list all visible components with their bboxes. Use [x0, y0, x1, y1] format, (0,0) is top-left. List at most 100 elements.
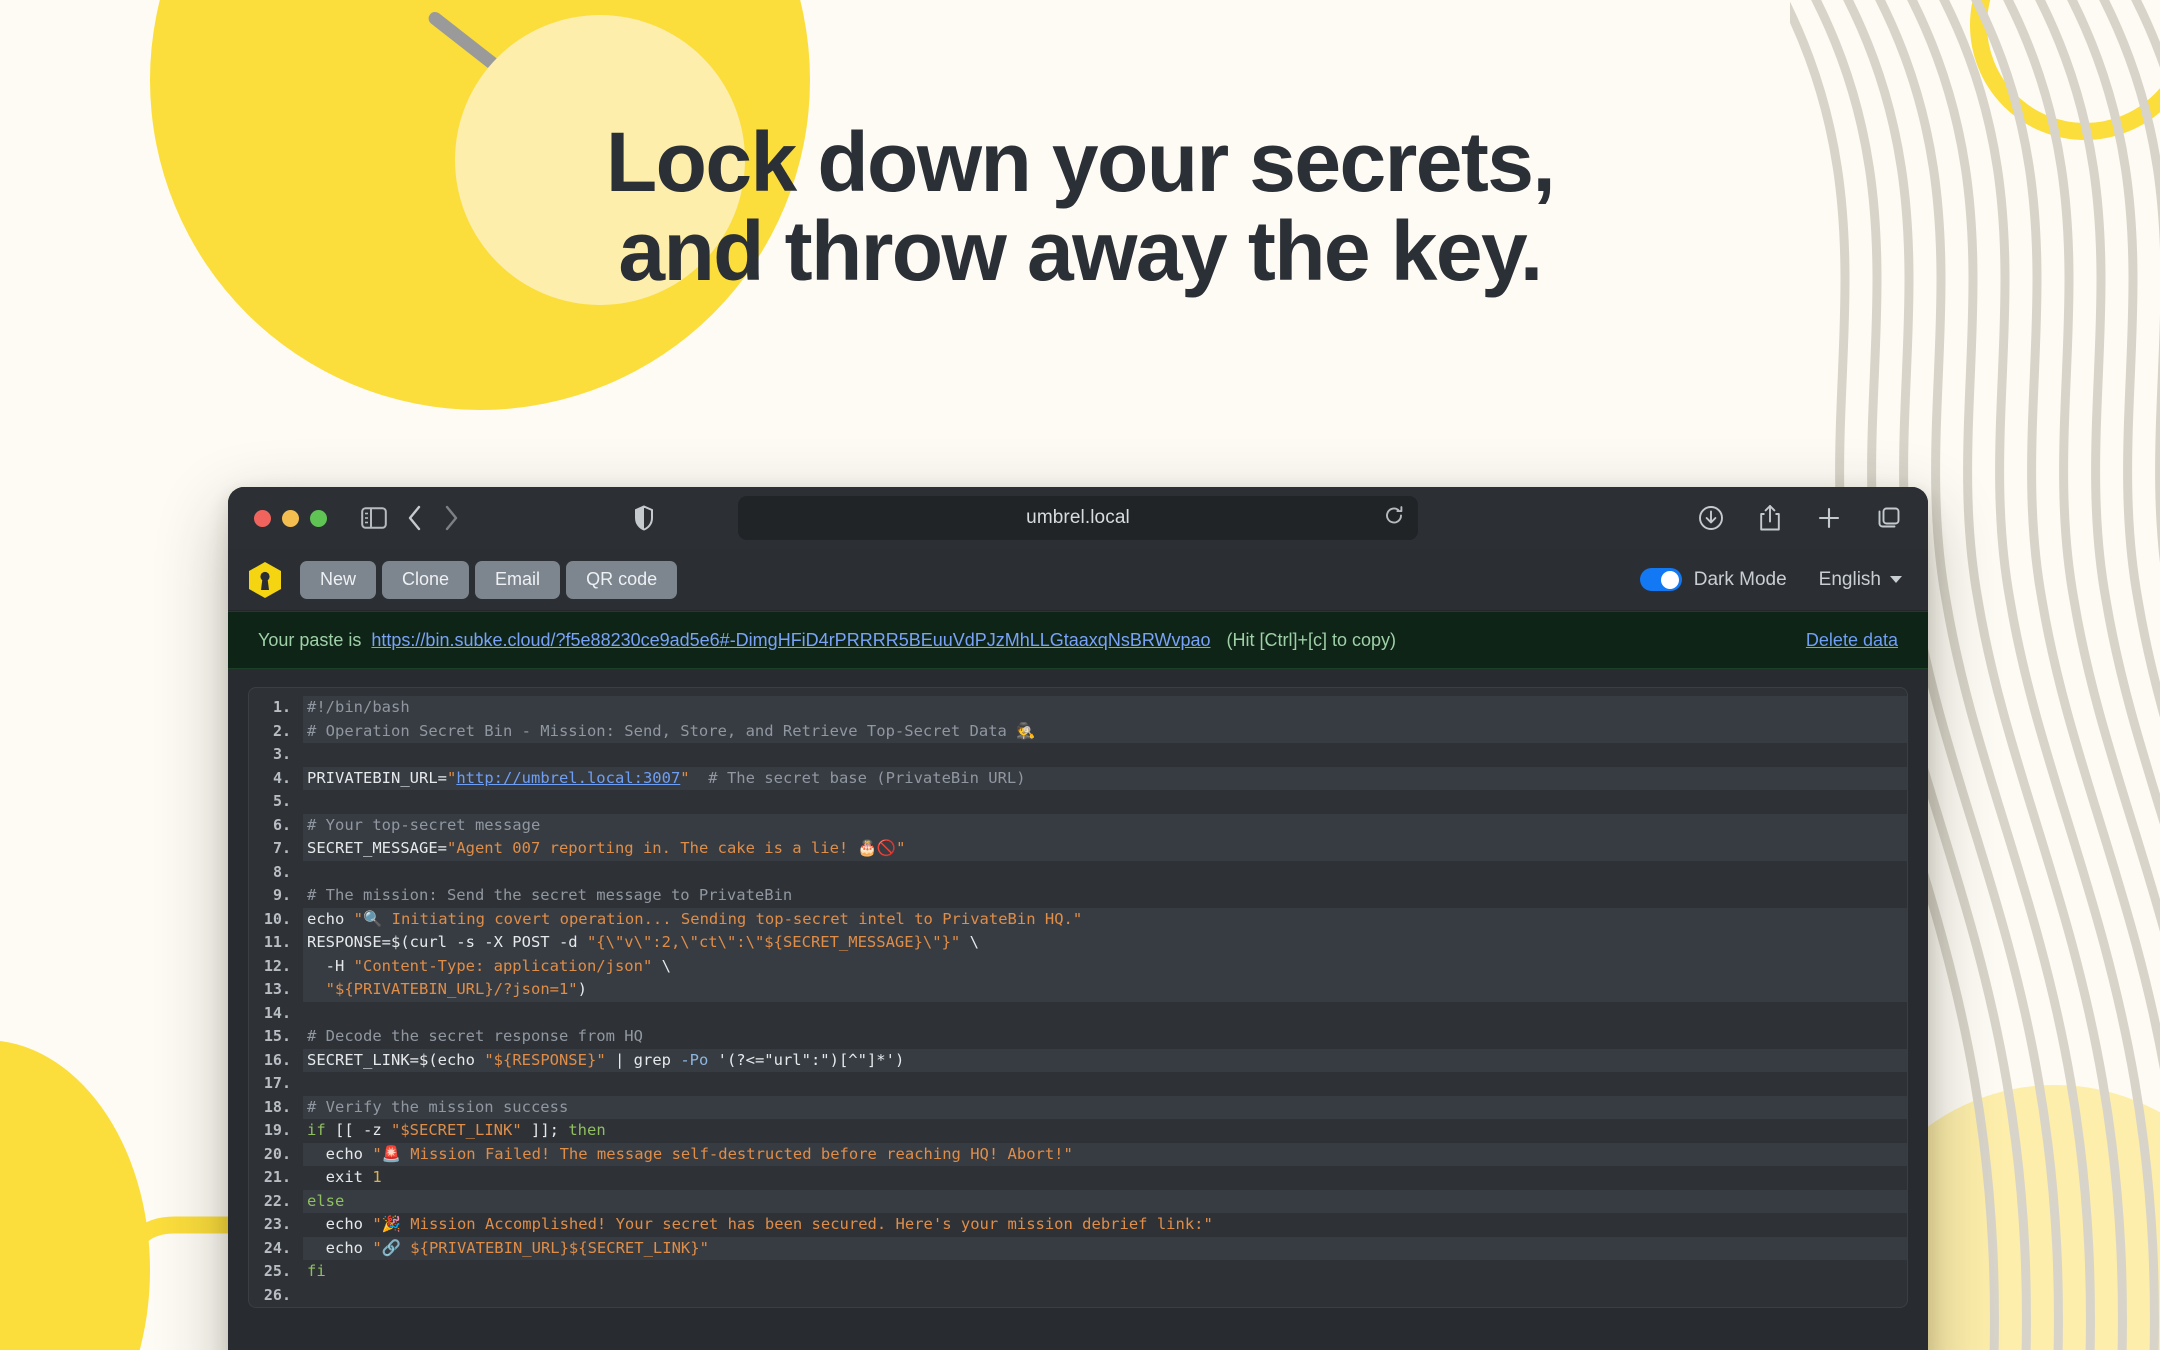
line-number: 1. — [272, 698, 291, 716]
line-content: exit 1 — [303, 1166, 1907, 1190]
maximize-window-button[interactable] — [310, 509, 327, 527]
forward-icon[interactable] — [443, 505, 459, 531]
email-button[interactable]: Email — [475, 560, 561, 599]
alert-prefix: Your paste is — [258, 629, 362, 650]
code-token: ${PRIVATEBIN_URL} — [335, 980, 494, 998]
code-token: \ — [652, 956, 671, 975]
code-line: 13. "${PRIVATEBIN_URL}/?json=1") — [249, 978, 1907, 1002]
code-token: # Your top-secret message — [307, 815, 541, 834]
page-title: Lock down your secrets, and throw away t… — [0, 115, 2160, 299]
code-token: "🚨 Mission Failed! The message self-dest… — [372, 1144, 1073, 1163]
code-token: echo — [307, 1144, 373, 1163]
delete-data-link[interactable]: Delete data — [1806, 630, 1898, 651]
code-line: 23. echo "🎉 Mission Accomplished! Your s… — [249, 1213, 1907, 1237]
code-token: -Po — [680, 1050, 709, 1069]
new-tab-icon[interactable] — [1816, 505, 1842, 531]
line-number: 18. — [263, 1097, 291, 1116]
grey-stick-decoration — [425, 9, 525, 91]
close-window-button[interactable] — [254, 509, 271, 527]
line-number: 15. — [263, 1027, 291, 1045]
line-content: else — [303, 1189, 1907, 1213]
new-button[interactable]: New — [300, 560, 377, 599]
reload-icon[interactable] — [1384, 506, 1404, 531]
line-number: 23. — [263, 1215, 291, 1233]
code-token: -z — [363, 1121, 382, 1139]
code-token: "$SECRET_LINK" — [391, 1121, 522, 1139]
minimize-window-button[interactable] — [282, 509, 299, 527]
code-line: 21. exit 1 — [249, 1166, 1907, 1190]
line-number: 6. — [272, 815, 291, 834]
browser-toolbar-right — [1698, 504, 1902, 532]
line-number: 16. — [263, 1050, 291, 1069]
code-token: '(?<="url":")[^"]*') — [708, 1050, 905, 1069]
copy-hint: (Hit [Ctrl]+[c] to copy) — [1226, 629, 1397, 650]
code-token: ${PRIVATEBIN_URL}${SECRET_LINK} — [410, 1238, 700, 1257]
line-number: 22. — [263, 1191, 291, 1210]
address-bar-url: umbrel.local — [1026, 507, 1130, 528]
code-line: 17. — [249, 1072, 1907, 1096]
code-line: 14. — [249, 1002, 1907, 1026]
line-content: # Decode the secret response from HQ — [303, 1025, 1907, 1049]
line-content: #!/bin/bash — [303, 696, 1907, 720]
shield-icon[interactable] — [634, 505, 654, 531]
back-icon[interactable] — [407, 505, 423, 531]
line-number: 25. — [263, 1262, 291, 1280]
yellow-circle-bottom-left — [0, 1040, 150, 1350]
code-token: " — [325, 980, 336, 998]
dark-mode-toggle[interactable] — [1639, 568, 1682, 591]
traffic-lights — [254, 509, 327, 527]
line-number: 14. — [263, 1003, 291, 1022]
privatebin-logo-icon[interactable] — [248, 561, 282, 599]
sidebar-toggle-icon[interactable] — [361, 507, 387, 529]
code-line: 1. #!/bin/bash — [249, 696, 1907, 720]
headline-line-1: Lock down your secrets, — [605, 115, 1556, 209]
line-number: 2. — [272, 721, 291, 740]
line-content: # Operation Secret Bin - Mission: Send, … — [303, 719, 1907, 743]
code-line: 5. — [249, 790, 1907, 814]
code-block[interactable]: 1. #!/bin/bash 2. # Operation Secret Bin - … — [248, 687, 1908, 1308]
share-icon[interactable] — [1758, 504, 1782, 532]
code-token: " — [699, 1238, 709, 1257]
chevron-down-icon — [1890, 576, 1902, 583]
code-token: echo — [307, 909, 354, 928]
code-line: 7. SECRET_MESSAGE="Agent 007 reporting in… — [249, 837, 1907, 861]
code-token: # Decode the secret response from HQ — [307, 1027, 643, 1045]
code-line: 9. # The mission: Send the secret message… — [249, 884, 1907, 908]
code-token: ) — [577, 980, 587, 998]
toggle-knob — [1661, 570, 1680, 589]
browser-titlebar: umbrel.local — [228, 487, 1928, 549]
code-line: 12. -H "Content-Type: application/json" … — [249, 954, 1907, 978]
code-line: 25. fi — [249, 1260, 1907, 1284]
line-number: 11. — [263, 933, 291, 951]
paste-content-area: 1. #!/bin/bash 2. # Operation Secret Bin - … — [228, 669, 1928, 1308]
line-number: 19. — [263, 1121, 291, 1139]
paste-url-link[interactable]: https://bin.subke.cloud/?f5e88230ce9ad5e… — [371, 630, 1210, 651]
downloads-icon[interactable] — [1698, 505, 1724, 531]
code-token: # Operation Secret Bin - Mission: Send, … — [307, 721, 1036, 740]
line-number: 13. — [263, 980, 291, 998]
line-number: 12. — [263, 956, 291, 975]
tab-overview-icon[interactable] — [1876, 505, 1902, 531]
code-token: "Agent 007 reporting in. The cake is a l… — [446, 839, 906, 857]
code-token: echo — [307, 1238, 373, 1257]
dark-mode-control[interactable]: Dark Mode — [1639, 568, 1787, 591]
address-bar[interactable]: umbrel.local — [738, 496, 1418, 540]
code-token: fi — [307, 1262, 326, 1280]
code-token: PRIVATEBIN_URL= — [307, 768, 447, 787]
code-token: 1 — [372, 1168, 382, 1186]
clone-button[interactable]: Clone — [382, 560, 470, 599]
line-number: 8. — [272, 862, 291, 881]
language-selector[interactable]: English — [1819, 569, 1902, 591]
line-content: echo "🚨 Mission Failed! The message self… — [303, 1142, 1907, 1166]
qr-code-button[interactable]: QR code — [566, 560, 678, 599]
headline-line-2: and throw away the key. — [618, 204, 1543, 299]
line-number: 10. — [263, 909, 291, 928]
code-token: RESPONSE=$(curl -s -X POST -d — [307, 933, 587, 951]
code-line: 15. # Decode the secret response from HQ — [249, 1025, 1907, 1049]
code-token: # The mission: Send the secret message t… — [307, 886, 793, 904]
code-token[interactable]: http://umbrel.local:3007 — [456, 769, 680, 787]
code-token: -H — [307, 956, 354, 975]
privatebin-action-buttons: New Clone Email QR code — [300, 560, 678, 599]
code-line: 22. else — [249, 1189, 1907, 1213]
